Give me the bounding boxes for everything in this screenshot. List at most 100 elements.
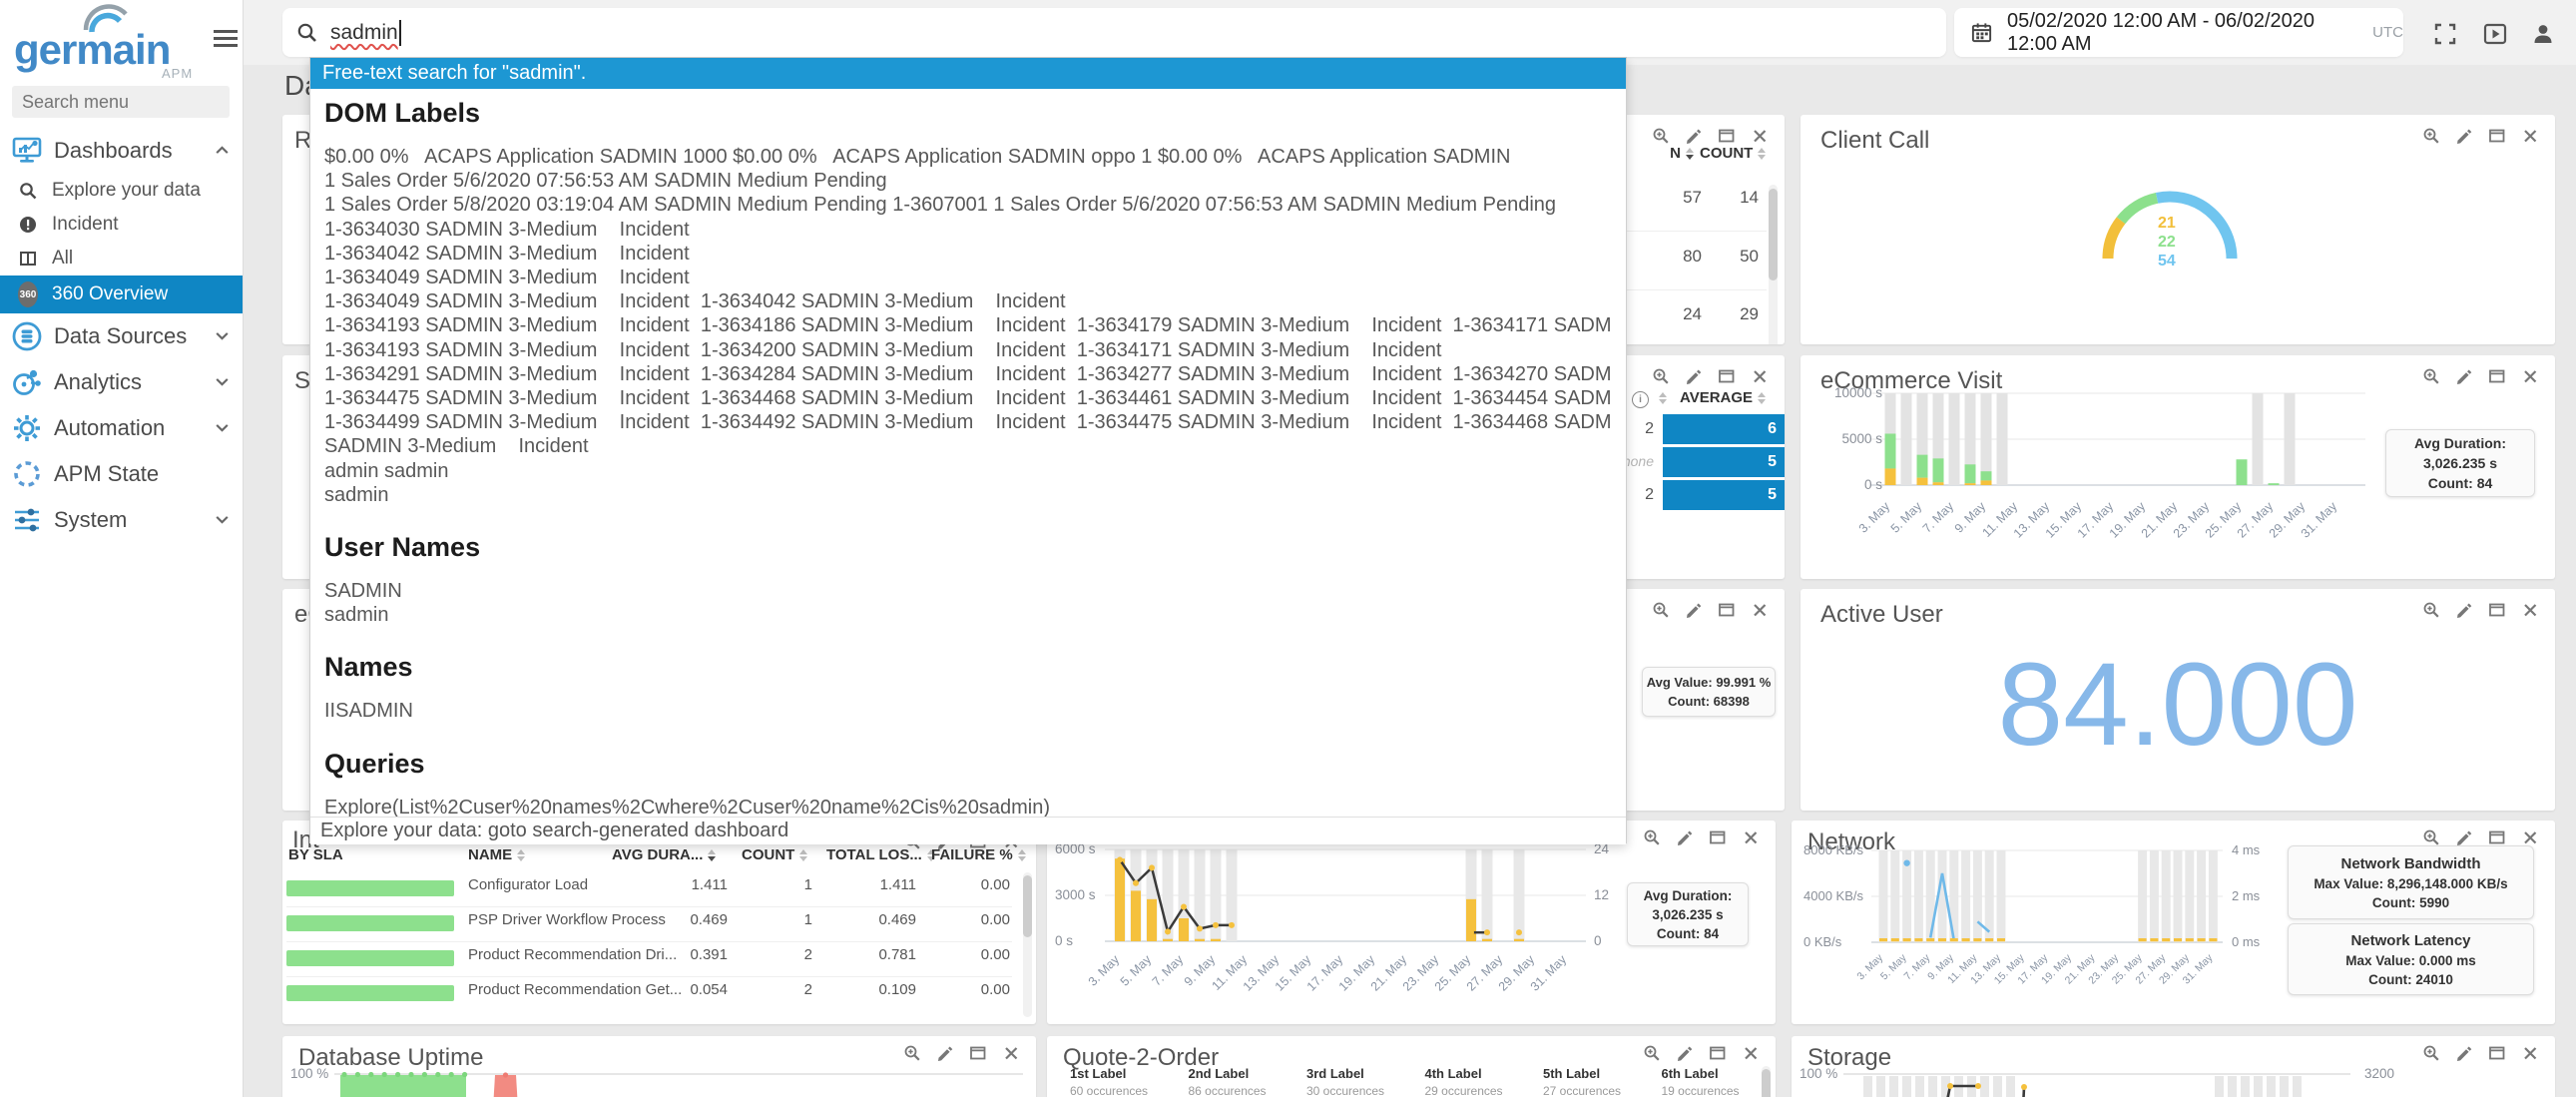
- zoom-in-icon[interactable]: [1652, 367, 1670, 385]
- scrollbar-thumb[interactable]: [1769, 189, 1778, 280]
- maximize-icon[interactable]: [2488, 1044, 2506, 1062]
- close-icon[interactable]: [1002, 1044, 1020, 1062]
- zoom-in-icon[interactable]: [2422, 1044, 2440, 1062]
- scrollbar-thumb[interactable]: [1762, 1069, 1771, 1097]
- chevron-down-icon[interactable]: [214, 373, 231, 395]
- sidebar-item-data-sources[interactable]: Data Sources: [0, 313, 243, 359]
- funnel-step-5[interactable]: 5th Label27 occurencesLabel: [1543, 1066, 1655, 1097]
- sort-icon[interactable]: [517, 849, 525, 861]
- search-input-value[interactable]: sadmin: [330, 21, 398, 45]
- close-icon[interactable]: [1742, 828, 1760, 846]
- sidebar-item-360-overview[interactable]: 360360 Overview: [0, 275, 243, 313]
- slideshow-icon[interactable]: [2482, 21, 2508, 47]
- search-suggestion[interactable]: SADMIN 3-Medium Incident: [324, 434, 1612, 458]
- user-icon[interactable]: [2530, 21, 2556, 47]
- zoom-in-icon[interactable]: [2422, 367, 2440, 385]
- sort-icon[interactable]: [708, 849, 716, 861]
- sidebar-item-all[interactable]: All: [0, 242, 243, 275]
- close-icon[interactable]: [1742, 1044, 1760, 1062]
- edit-icon[interactable]: [2455, 1044, 2473, 1062]
- funnel-step-6[interactable]: 6th Label19 occurencesLabel: [1662, 1066, 1774, 1097]
- search-suggestion[interactable]: $0.00 0% ACAPS Application SADMIN 1000 $…: [324, 145, 1612, 169]
- germain-apm-logo[interactable]: germain APM: [14, 4, 214, 78]
- sort-icon[interactable]: [1018, 849, 1026, 861]
- edit-icon[interactable]: [2455, 601, 2473, 619]
- close-icon[interactable]: [1751, 367, 1769, 385]
- close-icon[interactable]: [1751, 601, 1769, 619]
- chevron-down-icon[interactable]: [214, 419, 231, 441]
- column-header-count[interactable]: COUNT: [1700, 145, 1762, 162]
- maximize-icon[interactable]: [2488, 127, 2506, 145]
- sidebar-item-incident[interactable]: Incident: [0, 208, 243, 242]
- edit-icon[interactable]: [1676, 1044, 1694, 1062]
- search-suggestion[interactable]: 1-3634193 SADMIN 3-Medium Incident 1-363…: [324, 313, 1612, 337]
- search-suggestion[interactable]: SADMIN: [324, 579, 1612, 603]
- zoom-in-icon[interactable]: [1652, 127, 1670, 145]
- maximize-icon[interactable]: [1709, 1044, 1727, 1062]
- search-suggestion[interactable]: 1-3634475 SADMIN 3-Medium Incident 1-363…: [324, 386, 1612, 410]
- column-header[interactable]: N: [1632, 145, 1694, 162]
- column-header[interactable]: [1654, 389, 1667, 406]
- zoom-in-icon[interactable]: [2422, 127, 2440, 145]
- zoom-in-icon[interactable]: [2422, 828, 2440, 846]
- column-header-total-los[interactable]: TOTAL LOS...: [826, 846, 911, 863]
- search-suggestion[interactable]: admin sadmin: [324, 459, 1612, 483]
- sidebar-item-system[interactable]: System: [0, 497, 243, 543]
- search-suggestion[interactable]: 1 Sales Order 5/8/2020 03:19:04 AM SADMI…: [324, 193, 1612, 217]
- chevron-down-icon[interactable]: [214, 511, 231, 533]
- zoom-in-icon[interactable]: [1643, 828, 1661, 846]
- search-suggestion[interactable]: sadmin: [324, 483, 1612, 507]
- search-suggestion[interactable]: 1-3634030 SADMIN 3-Medium Incident: [324, 218, 1612, 242]
- sidebar-item-automation[interactable]: Automation: [0, 405, 243, 451]
- close-icon[interactable]: [2521, 828, 2539, 846]
- edit-icon[interactable]: [2455, 127, 2473, 145]
- funnel-step-2[interactable]: 2nd Label86 occurencesGotoView: [1189, 1066, 1300, 1097]
- maximize-icon[interactable]: [1718, 601, 1736, 619]
- search-suggestion[interactable]: 1-3634049 SADMIN 3-Medium Incident: [324, 266, 1612, 289]
- sidebar-search-input[interactable]: [12, 86, 230, 118]
- search-suggestion[interactable]: IISADMIN: [324, 699, 1612, 723]
- column-header-by-sla[interactable]: BY SLA: [288, 846, 358, 863]
- search-suggestion[interactable]: sadmin: [324, 603, 1612, 627]
- sidebar-item-dashboards[interactable]: Dashboards: [0, 128, 243, 174]
- chevron-up-icon[interactable]: [214, 142, 231, 164]
- close-icon[interactable]: [2521, 127, 2539, 145]
- funnel-step-1[interactable]: 1st Label60 occurencesGotoView: [1070, 1066, 1182, 1097]
- edit-icon[interactable]: [1685, 601, 1703, 619]
- search-suggestion[interactable]: Explore(List%2Cuser%20names%2Cwhere%2Cus…: [324, 796, 1612, 817]
- edit-icon[interactable]: [1685, 127, 1703, 145]
- sidebar-item-apm-state[interactable]: APM State: [0, 451, 243, 497]
- close-icon[interactable]: [2521, 1044, 2539, 1062]
- column-header-count[interactable]: COUNT: [742, 846, 805, 863]
- sort-icon[interactable]: [799, 849, 807, 861]
- search-suggestion[interactable]: 1-3634499 SADMIN 3-Medium Incident 1-363…: [324, 410, 1612, 434]
- maximize-icon[interactable]: [2488, 367, 2506, 385]
- maximize-icon[interactable]: [2488, 601, 2506, 619]
- chevron-down-icon[interactable]: [214, 327, 231, 349]
- funnel-step-3[interactable]: 3rd Label30 occurencesWorld: [1306, 1066, 1418, 1097]
- timezone-label[interactable]: UTC: [2372, 24, 2403, 41]
- maximize-icon[interactable]: [2488, 828, 2506, 846]
- zoom-in-icon[interactable]: [903, 1044, 921, 1062]
- column-header-name[interactable]: NAME: [468, 846, 558, 863]
- edit-icon[interactable]: [1676, 828, 1694, 846]
- scrollbar-thumb[interactable]: [1023, 875, 1032, 937]
- close-icon[interactable]: [1751, 127, 1769, 145]
- global-search-bar[interactable]: sadmin: [282, 8, 1946, 57]
- zoom-in-icon[interactable]: [1652, 601, 1670, 619]
- date-range-picker[interactable]: 05/02/2020 12:00 AM - 06/02/2020 12:00 A…: [1954, 8, 2403, 57]
- edit-icon[interactable]: [2455, 367, 2473, 385]
- zoom-in-icon[interactable]: [1643, 1044, 1661, 1062]
- search-suggestion[interactable]: 1-3634291 SADMIN 3-Medium Incident 1-363…: [324, 362, 1612, 386]
- info-icon[interactable]: i: [1632, 391, 1649, 408]
- edit-icon[interactable]: [2455, 828, 2473, 846]
- sidebar-item-explore-your-data[interactable]: Explore your data: [0, 174, 243, 208]
- sort-icon[interactable]: [1686, 148, 1694, 160]
- edit-icon[interactable]: [1685, 367, 1703, 385]
- search-suggestion[interactable]: 1-3634042 SADMIN 3-Medium Incident: [324, 242, 1612, 266]
- sidebar-item-analytics[interactable]: Analytics: [0, 359, 243, 405]
- close-icon[interactable]: [2521, 367, 2539, 385]
- maximize-icon[interactable]: [969, 1044, 987, 1062]
- maximize-icon[interactable]: [1709, 828, 1727, 846]
- search-suggestion[interactable]: 1-3634193 SADMIN 3-Medium Incident 1-363…: [324, 338, 1612, 362]
